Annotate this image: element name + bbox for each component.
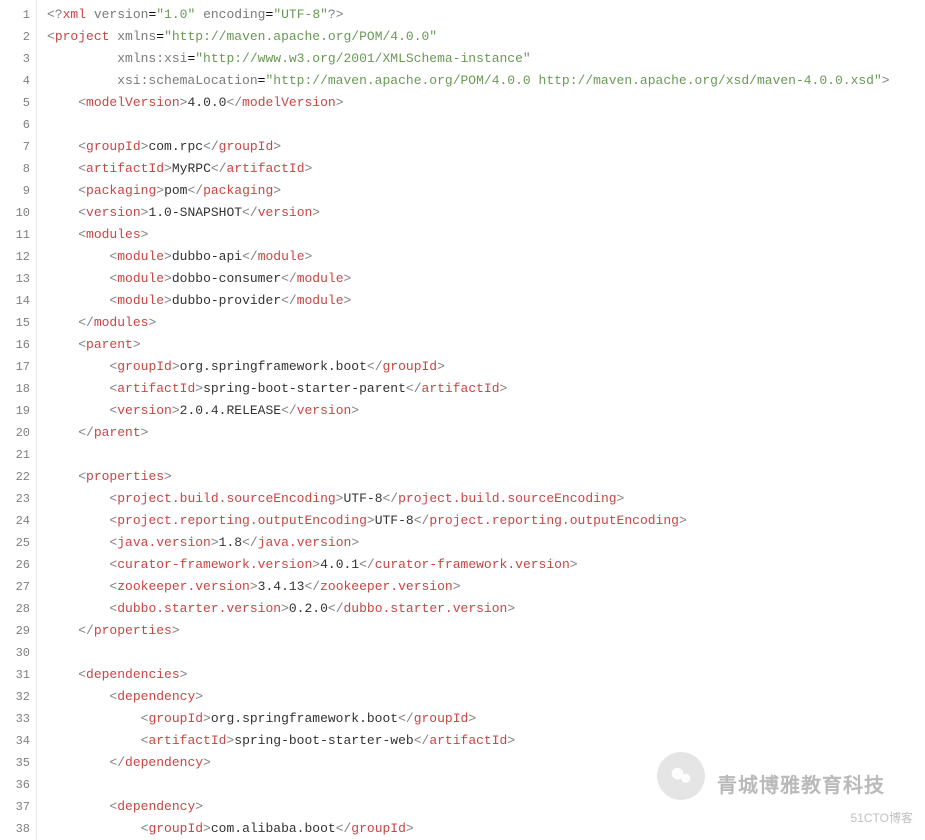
code-content: <?xml version="1.0" encoding="UTF-8"?><p… bbox=[37, 0, 925, 840]
watermark-sub: 51CTO博客 bbox=[851, 809, 913, 826]
code-editor: 1234567891011121314151617181920212223242… bbox=[0, 0, 925, 840]
line-number-gutter: 1234567891011121314151617181920212223242… bbox=[0, 0, 37, 840]
wechat-icon bbox=[657, 752, 705, 800]
watermark-main: 青城博雅教育科技 bbox=[717, 769, 885, 798]
